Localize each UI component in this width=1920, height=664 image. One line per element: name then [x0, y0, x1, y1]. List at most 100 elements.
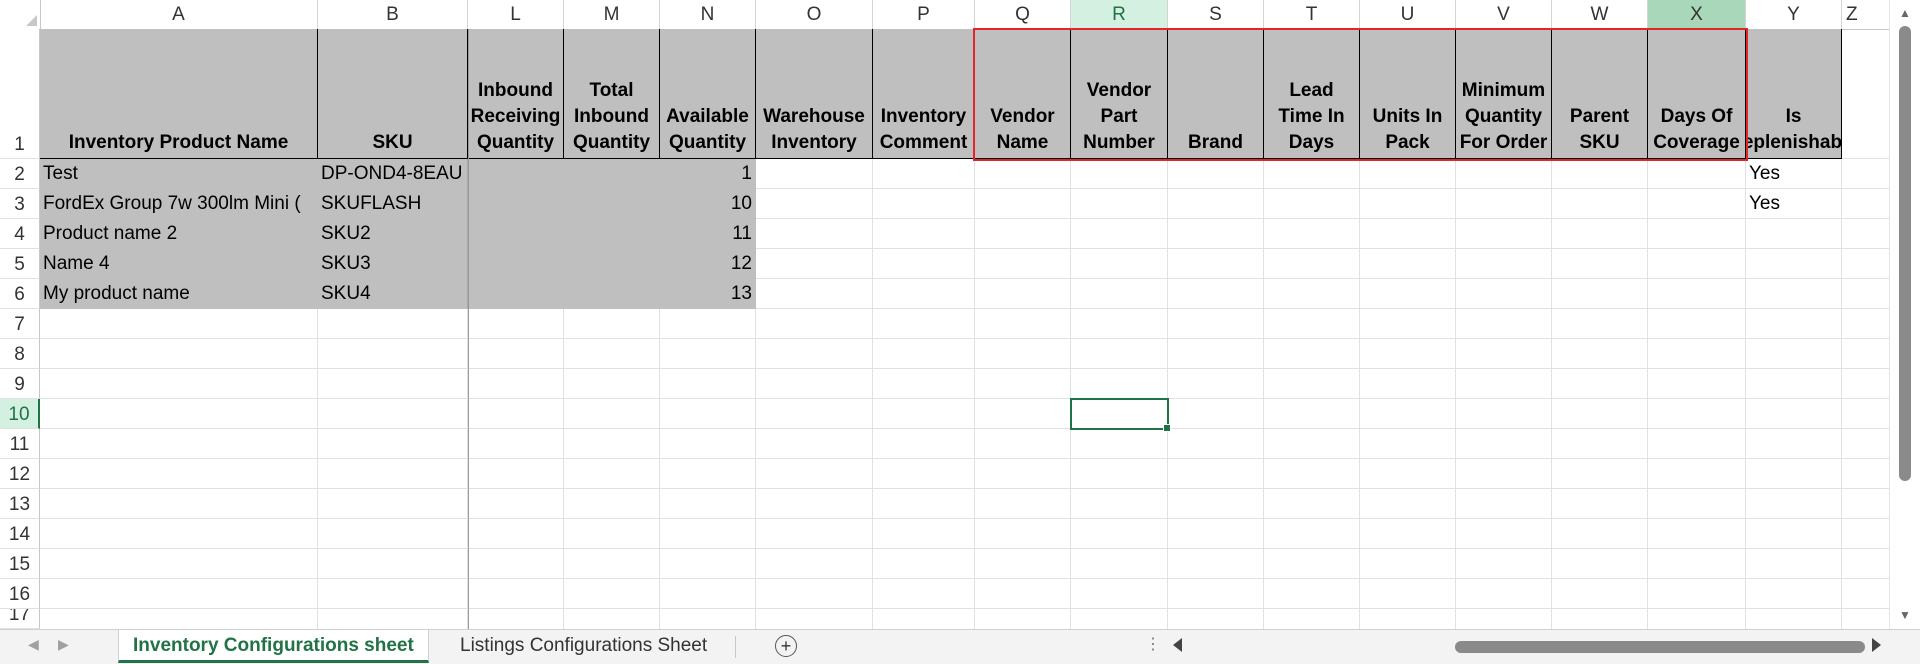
empty-cell[interactable] — [1264, 189, 1360, 219]
empty-cell[interactable] — [1648, 399, 1746, 429]
empty-cell[interactable] — [756, 399, 873, 429]
empty-cell[interactable] — [1648, 459, 1746, 489]
empty-cell[interactable] — [1071, 519, 1168, 549]
empty-cell[interactable] — [1842, 369, 1890, 399]
empty-cell[interactable] — [1360, 219, 1456, 249]
cell-available-quantity[interactable]: 11 — [660, 219, 756, 249]
empty-cell[interactable] — [1552, 219, 1648, 249]
empty-cell[interactable] — [1071, 339, 1168, 369]
cell-product-name[interactable]: My product name — [40, 279, 318, 309]
empty-cell[interactable] — [1552, 519, 1648, 549]
empty-cell[interactable] — [1456, 279, 1552, 309]
cell-is-replenishable[interactable]: Yes — [1746, 159, 1842, 189]
empty-cell[interactable] — [756, 369, 873, 399]
empty-cell[interactable] — [1264, 519, 1360, 549]
empty-cell[interactable] — [1552, 159, 1648, 189]
empty-cell[interactable] — [1168, 549, 1264, 579]
header-cell-days-of-coverage[interactable]: Days Of Coverage — [1648, 29, 1746, 159]
empty-cell[interactable] — [660, 519, 756, 549]
empty-cell[interactable] — [1552, 339, 1648, 369]
header-cell-units-in-pack[interactable]: Units In Pack — [1360, 29, 1456, 159]
empty-cell[interactable] — [564, 429, 660, 459]
empty-cell[interactable] — [468, 579, 564, 609]
add-sheet-icon[interactable]: + — [775, 635, 797, 657]
row-header-9[interactable]: 9 — [0, 369, 40, 399]
empty-cell[interactable] — [1842, 549, 1890, 579]
column-header-o[interactable]: O — [756, 0, 873, 29]
scroll-right-icon[interactable] — [1872, 638, 1881, 652]
empty-cell[interactable] — [1842, 519, 1890, 549]
row-header-3[interactable]: 3 — [0, 189, 40, 219]
empty-cell[interactable] — [1264, 309, 1360, 339]
empty-cell[interactable] — [468, 339, 564, 369]
cell-available-quantity[interactable]: 13 — [660, 279, 756, 309]
empty-cell[interactable] — [1360, 249, 1456, 279]
cell-sku[interactable]: SKU3 — [318, 249, 468, 279]
empty-cell[interactable] — [1168, 459, 1264, 489]
empty-cell[interactable] — [756, 249, 873, 279]
cell-product-name[interactable]: FordEx Group 7w 300lm Mini ( — [40, 189, 318, 219]
empty-cell[interactable] — [40, 519, 318, 549]
empty-cell[interactable] — [1842, 249, 1890, 279]
empty-cell[interactable] — [1552, 549, 1648, 579]
empty-cell[interactable] — [468, 369, 564, 399]
empty-cell[interactable] — [1264, 459, 1360, 489]
more-options-icon[interactable]: ⋮ — [1145, 634, 1161, 654]
empty-cell[interactable] — [1552, 189, 1648, 219]
empty-cell[interactable] — [1168, 189, 1264, 219]
empty-cell[interactable] — [1842, 489, 1890, 519]
empty-cell[interactable] — [1264, 549, 1360, 579]
empty-cell[interactable] — [1071, 489, 1168, 519]
empty-cell[interactable] — [564, 459, 660, 489]
empty-cell[interactable] — [1071, 279, 1168, 309]
cell-inbound-empty[interactable] — [468, 159, 660, 189]
empty-cell[interactable] — [756, 519, 873, 549]
empty-cell[interactable] — [1746, 429, 1842, 459]
empty-cell[interactable] — [1552, 489, 1648, 519]
row-header-2[interactable]: 2 — [0, 159, 40, 189]
empty-cell[interactable] — [873, 189, 975, 219]
empty-cell[interactable] — [975, 399, 1071, 429]
row-header-7[interactable]: 7 — [0, 309, 40, 339]
empty-cell[interactable] — [975, 579, 1071, 609]
header-cell-parent-sku[interactable]: Parent SKU — [1552, 29, 1648, 159]
row-header-8[interactable]: 8 — [0, 339, 40, 369]
empty-cell[interactable] — [1456, 219, 1552, 249]
empty-cell[interactable] — [1552, 369, 1648, 399]
row-header-12[interactable]: 12 — [0, 459, 40, 489]
column-header-t[interactable]: T — [1264, 0, 1360, 29]
empty-cell[interactable] — [975, 429, 1071, 459]
empty-cell[interactable] — [1456, 339, 1552, 369]
empty-cell[interactable] — [1746, 579, 1842, 609]
empty-cell[interactable] — [975, 309, 1071, 339]
empty-cell[interactable] — [1648, 159, 1746, 189]
empty-cell[interactable] — [564, 549, 660, 579]
tab-inventory-configurations[interactable]: Inventory Configurations sheet — [118, 630, 429, 663]
empty-cell[interactable] — [1842, 159, 1890, 189]
empty-cell[interactable] — [564, 369, 660, 399]
empty-cell[interactable] — [1552, 279, 1648, 309]
empty-cell[interactable] — [873, 309, 975, 339]
cell-sku[interactable]: DP-OND4-8EAU — [318, 159, 468, 189]
empty-cell[interactable] — [1552, 249, 1648, 279]
cell-inbound-empty[interactable] — [468, 189, 660, 219]
header-cell-inventory-comment[interactable]: Inventory Comment — [873, 29, 975, 159]
column-header-w[interactable]: W — [1552, 0, 1648, 29]
row-header-1[interactable]: 1 — [0, 29, 40, 159]
empty-cell[interactable] — [660, 459, 756, 489]
empty-cell[interactable] — [1264, 279, 1360, 309]
empty-cell[interactable] — [756, 339, 873, 369]
empty-cell[interactable] — [318, 579, 468, 609]
empty-cell[interactable] — [1552, 459, 1648, 489]
empty-cell[interactable] — [1456, 579, 1552, 609]
empty-cell[interactable] — [564, 579, 660, 609]
empty-cell[interactable] — [1071, 159, 1168, 189]
empty-cell[interactable] — [975, 249, 1071, 279]
empty-cell[interactable] — [873, 219, 975, 249]
empty-cell[interactable] — [1071, 189, 1168, 219]
empty-cell[interactable] — [1842, 219, 1890, 249]
select-all-corner[interactable] — [0, 0, 41, 29]
empty-cell[interactable] — [1746, 309, 1842, 339]
empty-cell[interactable] — [975, 519, 1071, 549]
empty-cell[interactable] — [1264, 369, 1360, 399]
